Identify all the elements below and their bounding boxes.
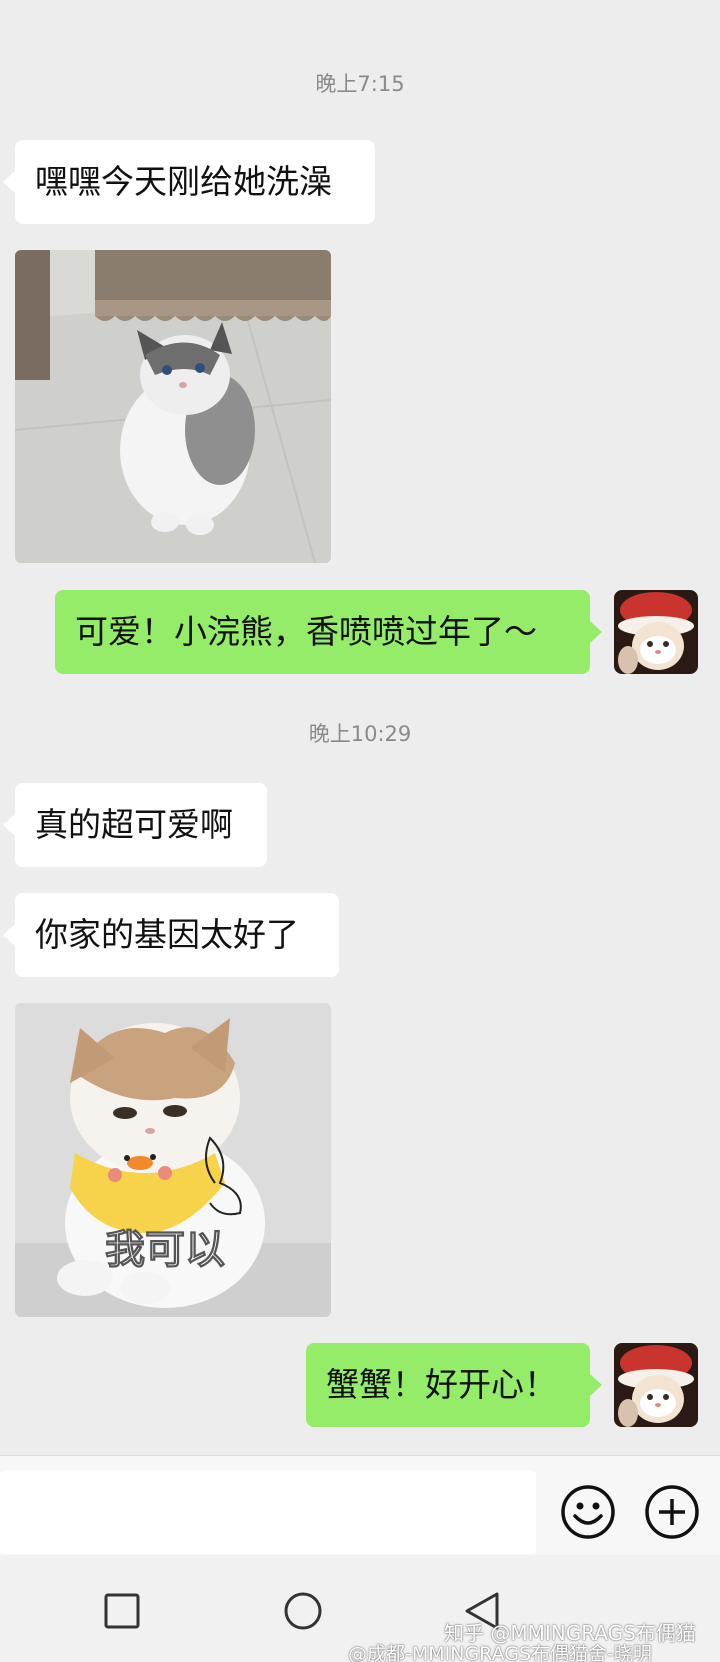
avatar[interactable] xyxy=(614,1343,698,1427)
received-message[interactable]: 嘿嘿今天刚给她洗澡 xyxy=(3,140,375,224)
home-circle-icon[interactable] xyxy=(283,1591,323,1631)
sticker-caption: 我可以 xyxy=(105,1227,225,1273)
cat-photo-image[interactable] xyxy=(15,250,331,563)
smiley-face-icon[interactable] xyxy=(560,1484,616,1540)
recent-apps-square-icon[interactable] xyxy=(104,1593,140,1629)
weibo-watermark: @成都-MMINGRAGS布偶猫舍-晓明 xyxy=(348,1643,652,1662)
cat-sticker-image[interactable]: 我可以 xyxy=(15,1003,331,1317)
sent-message[interactable]: 可爱！小浣熊，香喷喷过年了～ xyxy=(55,590,602,674)
received-message[interactable]: 你家的基因太好了 xyxy=(3,893,339,977)
timestamp: 晚上10:29 xyxy=(308,722,412,746)
input-bar xyxy=(0,1455,720,1555)
avatar[interactable] xyxy=(614,590,698,674)
message-input[interactable] xyxy=(0,1470,536,1554)
timestamp: 晚上7:15 xyxy=(315,72,405,96)
chat-area[interactable]: 晚上7:15 嘿嘿今天刚给她洗澡 可爱！小浣熊，香喷喷过年了～ 晚上10:29 … xyxy=(0,0,720,1455)
received-message[interactable]: 真的超可爱啊 xyxy=(3,783,267,867)
plus-circle-icon[interactable] xyxy=(644,1484,700,1540)
sent-message[interactable]: 蟹蟹！好开心！ xyxy=(306,1343,602,1427)
system-nav-bar: 知乎 @MMINGRAGS布偶猫 @成都-MMINGRAGS布偶猫舍-晓明 xyxy=(0,1555,720,1662)
